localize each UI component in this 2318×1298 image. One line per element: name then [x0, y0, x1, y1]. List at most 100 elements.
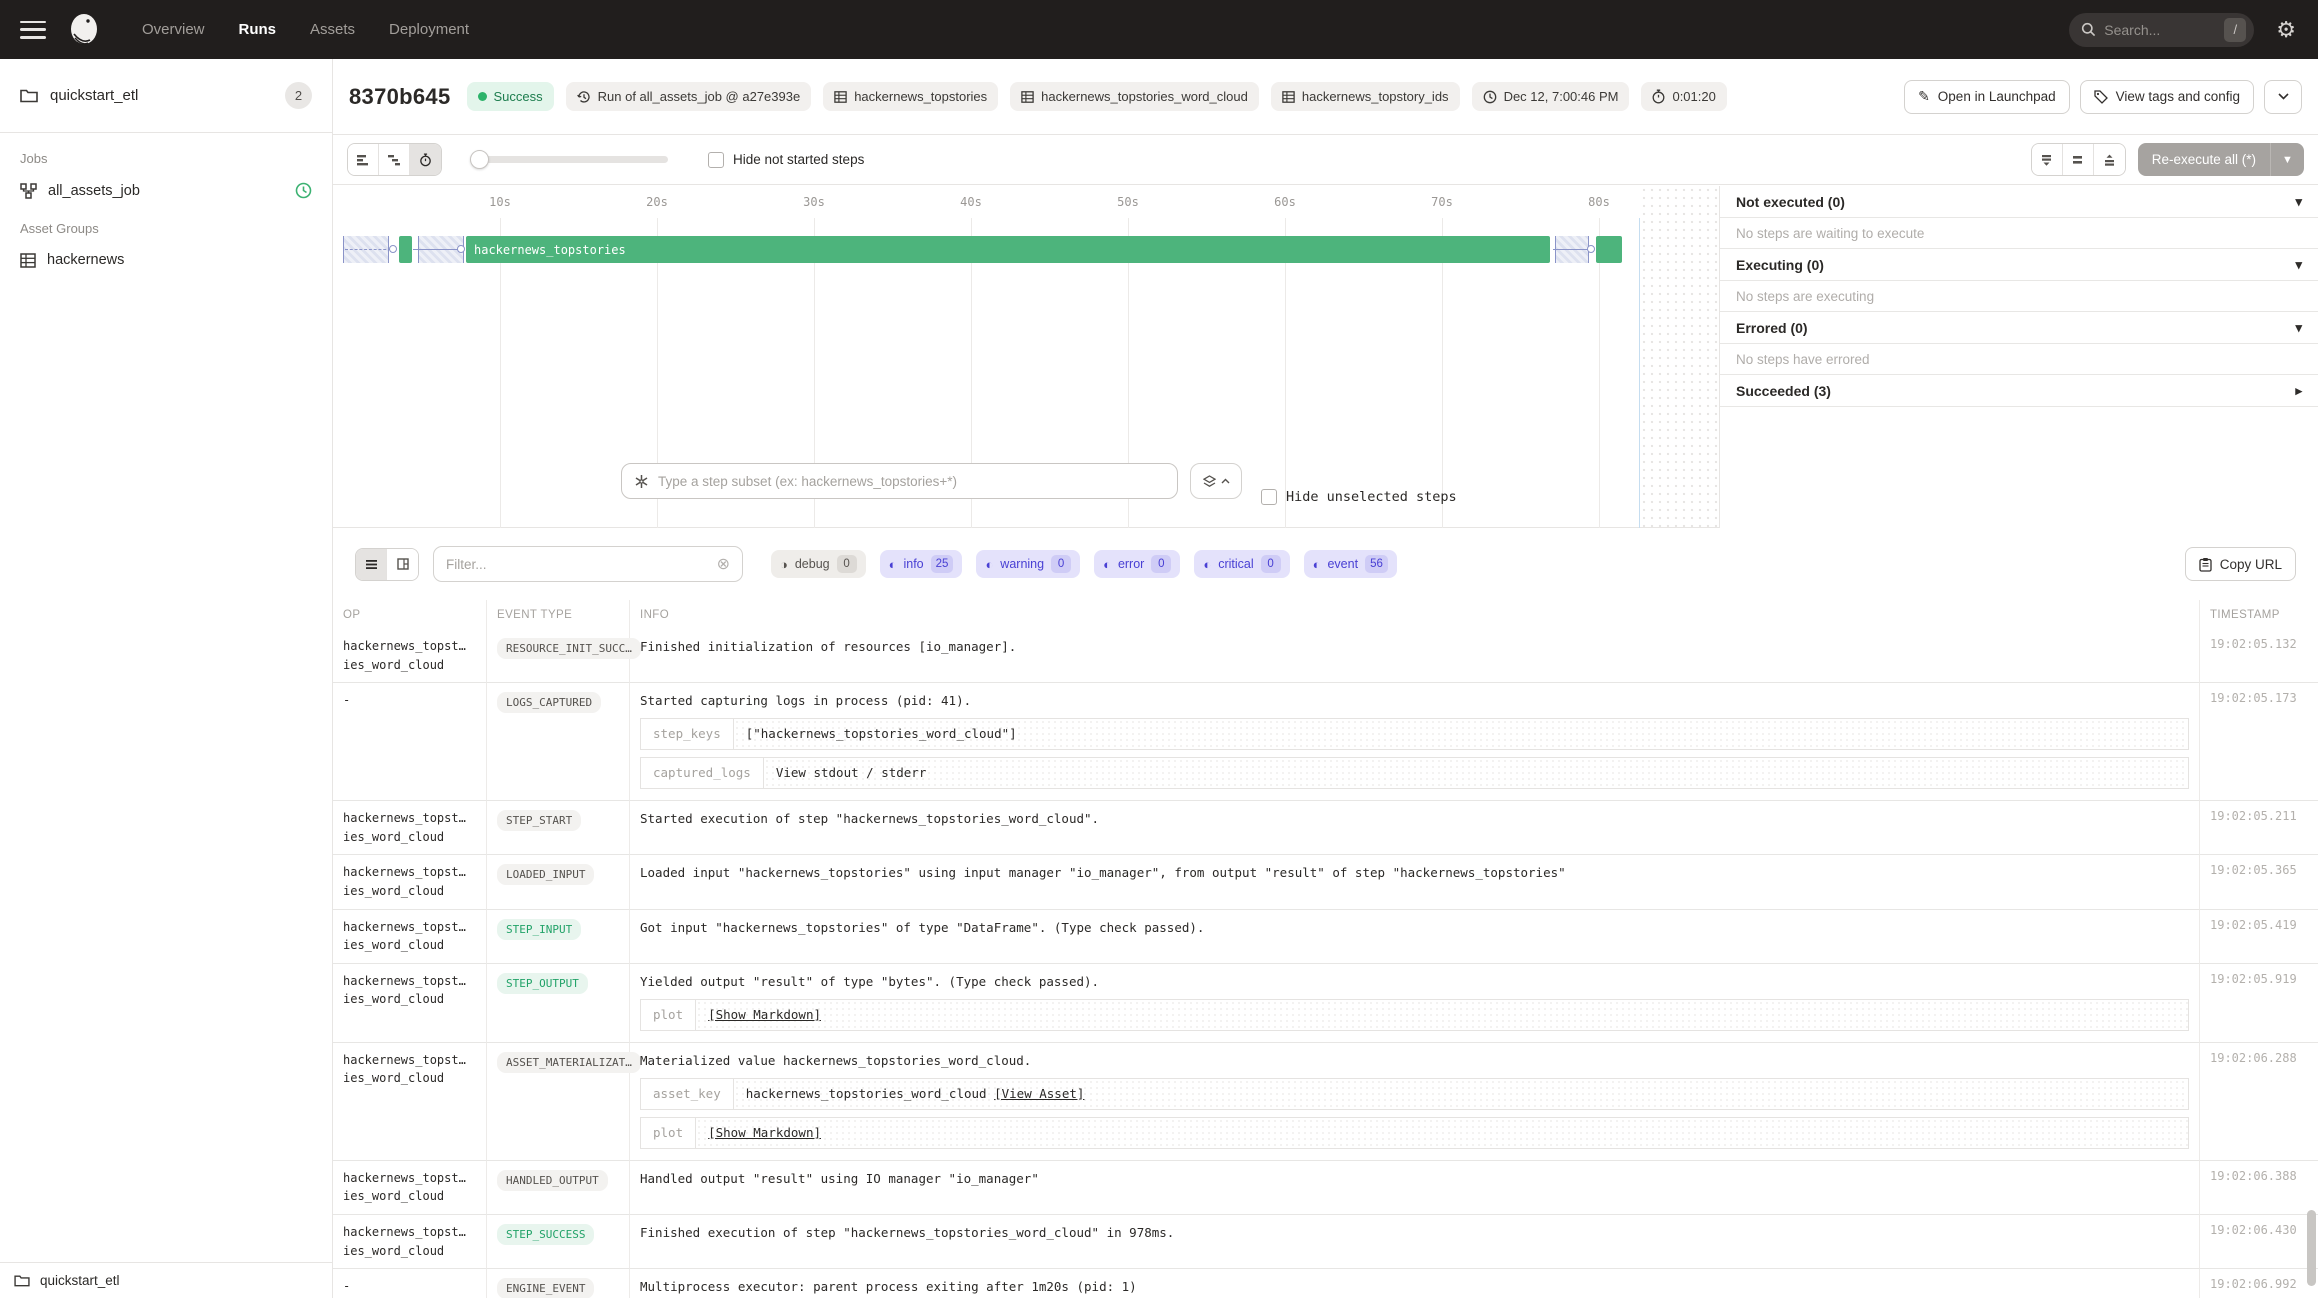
log-scrollbar-thumb[interactable] — [2307, 1210, 2316, 1286]
reexecute-all-button[interactable]: Re-execute all (*) ▼ — [2137, 143, 2304, 176]
hide-not-started-checkbox[interactable]: Hide not started steps — [708, 151, 864, 168]
asset-group-name: hackernews — [47, 252, 125, 268]
metadata-link[interactable]: [Show Markdown] — [708, 1125, 821, 1140]
log-timestamp-cell: 19:02:06.388 — [2200, 1161, 2318, 1215]
step-subset-input[interactable] — [658, 473, 1165, 489]
status-section-caption: No steps are waiting to execute — [1720, 218, 2318, 249]
gear-icon[interactable]: ⚙ — [2276, 17, 2296, 43]
log-event-cell: ASSET_MATERIALIZAT… — [487, 1042, 641, 1161]
log-row[interactable]: hackernews_topst… ies_word_cloud STEP_INP… — [333, 909, 2318, 964]
event-type-badge: HANDLED_OUTPUT — [497, 1169, 608, 1191]
metadata-key: plot — [641, 999, 697, 1030]
asset-tag[interactable]: hackernews_topstories_word_cloud — [1010, 82, 1259, 111]
search-shortcut-badge: / — [2224, 17, 2247, 42]
metadata-value: [Show Markdown] — [696, 1117, 2188, 1148]
log-filter-input[interactable] — [446, 556, 709, 572]
log-table-header: OP EVENT TYPE INFO TIMESTAMP — [333, 600, 2318, 629]
view-tags-config-button[interactable]: View tags and config — [2079, 79, 2254, 114]
filter-chip-critical[interactable]: ◐ critical 0 — [1194, 550, 1290, 578]
open-in-launchpad-button[interactable]: ✎ Open in Launchpad — [1904, 79, 2070, 114]
run-datetime-tag[interactable]: Dec 12, 7:00:46 PM — [1471, 82, 1630, 111]
filter-chip-debug[interactable]: ◑ debug 0 — [771, 550, 866, 578]
log-row[interactable]: hackernews_topst… ies_word_cloud RESOURCE… — [333, 629, 2318, 684]
log-timestamp-cell: 19:02:06.992 — [2200, 1269, 2318, 1298]
graph-query-options-button[interactable] — [1190, 463, 1242, 499]
run-asset-tags: hackernews_topstories hackernews_topstori… — [823, 82, 1460, 111]
expand-all-button[interactable] — [2031, 144, 2063, 175]
hide-unselected-checkbox[interactable]: Hide unselected steps — [1261, 489, 1457, 505]
log-op-cell: hackernews_topst… ies_word_cloud — [333, 1160, 487, 1215]
log-row[interactable]: hackernews_topst… ies_word_cloud STEP_OUT… — [333, 963, 2318, 1043]
log-row[interactable]: - LOGS_CAPTURED Started capturing logs in … — [333, 683, 2318, 802]
event-type-badge: RESOURCE_INIT_SUCC… — [497, 638, 641, 659]
status-section-header[interactable]: Executing (0) ▾ — [1720, 249, 2318, 281]
sidebar-item-asset-group[interactable]: hackernews — [20, 248, 312, 272]
log-row[interactable]: hackernews_topst… ies_word_cloud ASSET_MA… — [333, 1042, 2318, 1161]
sidebar-item-job[interactable]: all_assets_job — [20, 178, 312, 203]
filter-chip-warning[interactable]: ◐ warning 0 — [976, 550, 1081, 578]
toggle-icon: ◐ — [1103, 556, 1111, 572]
log-row[interactable]: hackernews_topst… ies_word_cloud LOADED_I… — [333, 855, 2318, 910]
search-input[interactable]: Search... / — [2069, 12, 2255, 47]
step-subset-field[interactable] — [621, 463, 1178, 499]
view-flat-button[interactable] — [348, 144, 379, 175]
status-section-caption: No steps have errored — [1720, 344, 2318, 375]
log-section: ⊗ ◑debug0 ◐info25 ◐warning0 ◐error0 ◐critica… — [333, 528, 2318, 1298]
log-row[interactable]: hackernews_topst… ies_word_cloud STEP_SUC… — [333, 1214, 2318, 1270]
log-timestamp-cell: 19:02:05.211 — [2200, 801, 2318, 856]
dagster-logo-icon[interactable] — [64, 10, 104, 50]
log-row[interactable]: hackernews_topst… ies_word_cloud STEP_STA… — [333, 801, 2318, 856]
run-duration-tag[interactable]: 0:01:20 — [1641, 82, 1727, 111]
metadata-link[interactable]: [Show Markdown] — [708, 1007, 821, 1022]
checkbox-icon — [708, 151, 724, 168]
status-section-header[interactable]: Errored (0) ▾ — [1720, 312, 2318, 344]
repo-selector[interactable]: quickstart_etl 2 — [0, 59, 332, 133]
status-section-header[interactable]: Succeeded (3) ▸ — [1720, 375, 2318, 407]
gantt-step-bar[interactable] — [399, 236, 412, 263]
filter-chip-event[interactable]: ◐ event 56 — [1303, 550, 1397, 578]
asset-tag[interactable]: hackernews_topstory_ids — [1270, 82, 1460, 111]
asset-tag[interactable]: hackernews_topstories — [823, 82, 999, 111]
zoom-slider-knob[interactable] — [470, 150, 489, 169]
collapse-all-button[interactable] — [2093, 144, 2125, 175]
gantt-step-bar[interactable] — [1596, 236, 1622, 263]
zoom-slider[interactable] — [470, 150, 668, 169]
log-list-view-button[interactable] — [356, 548, 387, 580]
nav-item-runs[interactable]: Runs — [239, 21, 277, 38]
run-of-tag[interactable]: Run of all_assets_job @ a27e393e — [565, 82, 812, 111]
log-filter-field[interactable]: ⊗ — [433, 546, 743, 582]
op-selector-icon — [635, 474, 648, 488]
log-row[interactable]: hackernews_topst… ies_word_cloud HANDLED_… — [333, 1160, 2318, 1215]
view-waterfall-button[interactable] — [379, 144, 410, 175]
metadata-key: asset_key — [641, 1078, 734, 1109]
metadata-link[interactable]: [View Asset] — [994, 1086, 1084, 1101]
filter-chip-info[interactable]: ◐ info 25 — [879, 550, 963, 578]
log-structured-view-button[interactable] — [387, 548, 418, 580]
log-timestamp-cell: 19:02:05.173 — [2200, 683, 2318, 802]
rows-button[interactable] — [2062, 144, 2094, 175]
copy-url-button[interactable]: Copy URL — [2184, 547, 2296, 581]
filter-chip-error[interactable]: ◐ error 0 — [1094, 550, 1181, 578]
asset-table-icon — [1021, 90, 1034, 103]
status-section-header[interactable]: Not executed (0) ▾ — [1720, 186, 2318, 218]
run-actions-menu-button[interactable] — [2264, 79, 2302, 114]
log-row[interactable]: - ENGINE_EVENT Multiprocess executor: pare… — [333, 1269, 2318, 1298]
view-timed-button[interactable] — [410, 144, 441, 175]
log-timestamp-cell: 19:02:05.132 — [2200, 629, 2318, 684]
nav-item-assets[interactable]: Assets — [310, 21, 355, 38]
reexecute-menu-caret[interactable]: ▼ — [2270, 143, 2304, 176]
sidebar-footer-repo[interactable]: quickstart_etl — [0, 1262, 332, 1298]
toggle-icon: ◐ — [985, 556, 994, 572]
clear-filter-icon[interactable]: ⊗ — [717, 554, 730, 574]
asset-table-icon — [834, 90, 847, 103]
nav-item-deployment[interactable]: Deployment — [389, 21, 469, 38]
log-info-cell: Got input "hackernews_topstories" of typ… — [630, 909, 2200, 964]
gantt-bar-hackernews-topstories[interactable]: hackernews_topstories — [466, 236, 1550, 263]
nav-item-overview[interactable]: Overview — [142, 21, 205, 38]
metadata-value: [Show Markdown] — [696, 999, 2188, 1030]
log-scrollbar[interactable] — [2307, 700, 2316, 1294]
filter-count-badge: 0 — [836, 555, 857, 573]
log-op-cell: hackernews_topst… ies_word_cloud — [333, 801, 487, 856]
log-timestamp-cell: 19:02:06.288 — [2200, 1043, 2318, 1161]
hamburger-menu-icon[interactable] — [20, 20, 46, 39]
